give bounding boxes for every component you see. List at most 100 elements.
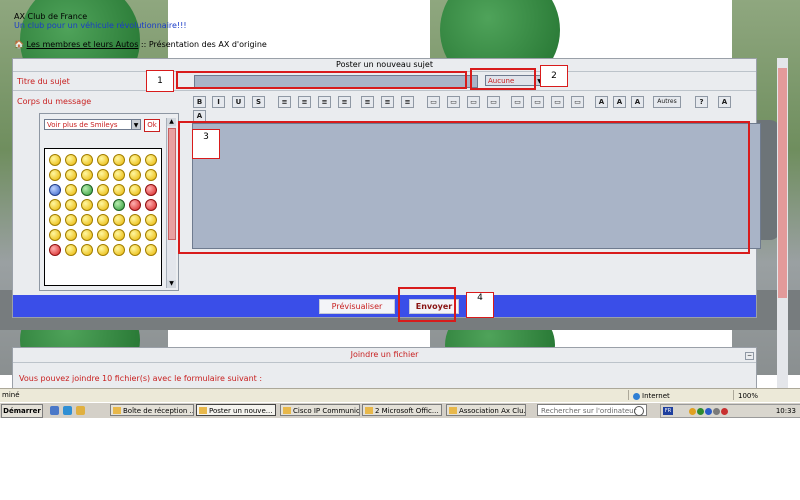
smiley-icon[interactable] [97, 168, 109, 181]
quicklaunch-ie-icon[interactable] [63, 406, 72, 415]
toolbar-button[interactable]: ▭ [551, 96, 564, 108]
smiley-icon[interactable] [49, 213, 61, 226]
toolbar-button[interactable]: ▭ [531, 96, 544, 108]
zoom-level[interactable]: 100% [733, 390, 758, 400]
smiley-icon[interactable] [97, 153, 109, 166]
toolbar-button[interactable]: U [232, 96, 245, 108]
tray-icon[interactable] [705, 408, 712, 415]
smiley-icon[interactable] [113, 228, 125, 241]
smiley-icon[interactable] [49, 198, 61, 211]
smiley-icon[interactable] [81, 198, 93, 211]
start-button[interactable]: Démarrer [1, 404, 43, 418]
smiley-icon[interactable] [81, 228, 93, 241]
smiley-icon[interactable] [49, 153, 61, 166]
smiley-scrollbar[interactable]: ▲ ▼ [166, 118, 176, 288]
toolbar-button[interactable]: S [252, 96, 265, 108]
smiley-icon[interactable] [81, 243, 93, 256]
toolbar-button[interactable]: ≡ [338, 96, 351, 108]
toolbar-button[interactable]: ≡ [381, 96, 394, 108]
toolbar-button[interactable]: I [212, 96, 225, 108]
toolbar-button[interactable]: ▭ [467, 96, 480, 108]
toolbar-button[interactable]: ≡ [278, 96, 291, 108]
toolbar-button[interactable]: B [193, 96, 206, 108]
taskbar-window-button[interactable]: Cisco IP Communic... [280, 404, 360, 416]
smiley-icon[interactable] [145, 213, 157, 226]
tray-icon[interactable] [713, 408, 720, 415]
taskbar-window-button[interactable]: Association Ax Clu... [446, 404, 526, 416]
toolbar-button[interactable]: ? [695, 96, 708, 108]
smiley-icon[interactable] [113, 243, 125, 256]
toolbar-button[interactable]: ≡ [318, 96, 331, 108]
smiley-icon[interactable] [129, 228, 141, 241]
smiley-icon[interactable] [145, 183, 157, 196]
toolbar-button[interactable]: Autres [653, 96, 681, 108]
tray-icon[interactable] [697, 408, 704, 415]
smiley-icon[interactable] [113, 153, 125, 166]
smiley-icon[interactable] [145, 168, 157, 181]
tray-icon[interactable] [721, 408, 728, 415]
search-input[interactable]: Rechercher sur l'ordinateur [537, 404, 647, 416]
scroll-up-icon[interactable]: ▲ [167, 118, 176, 126]
smiley-ok-button[interactable]: Ok [144, 119, 160, 132]
page-scrollbar[interactable] [777, 58, 788, 388]
breadcrumb-link[interactable]: Les membres et leurs Autos [27, 40, 139, 49]
smiley-icon[interactable] [49, 243, 61, 256]
smiley-icon[interactable] [129, 153, 141, 166]
toolbar-button[interactable]: A [718, 96, 731, 108]
toolbar-button[interactable]: ▭ [571, 96, 584, 108]
smiley-icon[interactable] [113, 198, 125, 211]
search-icon[interactable] [634, 406, 644, 416]
toolbar-button[interactable]: ▭ [511, 96, 524, 108]
smiley-icon[interactable] [97, 213, 109, 226]
toolbar-button[interactable]: ▭ [487, 96, 500, 108]
toolbar-button[interactable]: ≡ [401, 96, 414, 108]
taskbar-window-button[interactable]: 2 Microsoft Offic... [362, 404, 442, 416]
tray-icon[interactable] [689, 408, 696, 415]
smiley-icon[interactable] [65, 198, 77, 211]
preview-button[interactable]: Prévisualiser [319, 299, 395, 314]
smiley-icon[interactable] [81, 153, 93, 166]
scroll-down-icon[interactable]: ▼ [167, 280, 176, 288]
quicklaunch-desktop-icon[interactable] [50, 406, 59, 415]
toolbar-button[interactable]: A [595, 96, 608, 108]
smiley-icon[interactable] [65, 243, 77, 256]
smiley-icon[interactable] [145, 243, 157, 256]
smiley-category-select[interactable]: Voir plus de Smileys ▼ [44, 119, 141, 130]
smiley-icon[interactable] [113, 168, 125, 181]
taskbar-window-button[interactable]: Poster un nouve... [196, 404, 276, 416]
smiley-icon[interactable] [129, 243, 141, 256]
smiley-icon[interactable] [81, 213, 93, 226]
smiley-icon[interactable] [65, 213, 77, 226]
smiley-icon[interactable] [49, 168, 61, 181]
toolbar-button[interactable]: ≡ [298, 96, 311, 108]
page-scroll-thumb[interactable] [778, 68, 787, 298]
scroll-thumb[interactable] [168, 128, 176, 240]
smiley-icon[interactable] [65, 183, 77, 196]
smiley-icon[interactable] [113, 213, 125, 226]
smiley-icon[interactable] [65, 153, 77, 166]
taskbar-window-button[interactable]: Boîte de réception ... [110, 404, 194, 416]
smiley-icon[interactable] [81, 183, 93, 196]
toolbar-button[interactable]: ▭ [447, 96, 460, 108]
smiley-icon[interactable] [113, 183, 125, 196]
smiley-icon[interactable] [49, 228, 61, 241]
smiley-icon[interactable] [97, 243, 109, 256]
smiley-icon[interactable] [97, 198, 109, 211]
smiley-icon[interactable] [129, 213, 141, 226]
smiley-icon[interactable] [129, 198, 141, 211]
quicklaunch-folder-icon[interactable] [76, 406, 85, 415]
toolbar-button[interactable]: A [613, 96, 626, 108]
smiley-icon[interactable] [49, 183, 61, 196]
smiley-icon[interactable] [65, 168, 77, 181]
smiley-icon[interactable] [145, 198, 157, 211]
toolbar-button[interactable]: A [631, 96, 644, 108]
smiley-icon[interactable] [129, 168, 141, 181]
smiley-icon[interactable] [129, 183, 141, 196]
smiley-icon[interactable] [145, 228, 157, 241]
smiley-icon[interactable] [65, 228, 77, 241]
smiley-icon[interactable] [145, 153, 157, 166]
smiley-icon[interactable] [81, 168, 93, 181]
smiley-icon[interactable] [97, 228, 109, 241]
smiley-icon[interactable] [97, 183, 109, 196]
language-indicator[interactable]: FR [663, 407, 673, 415]
